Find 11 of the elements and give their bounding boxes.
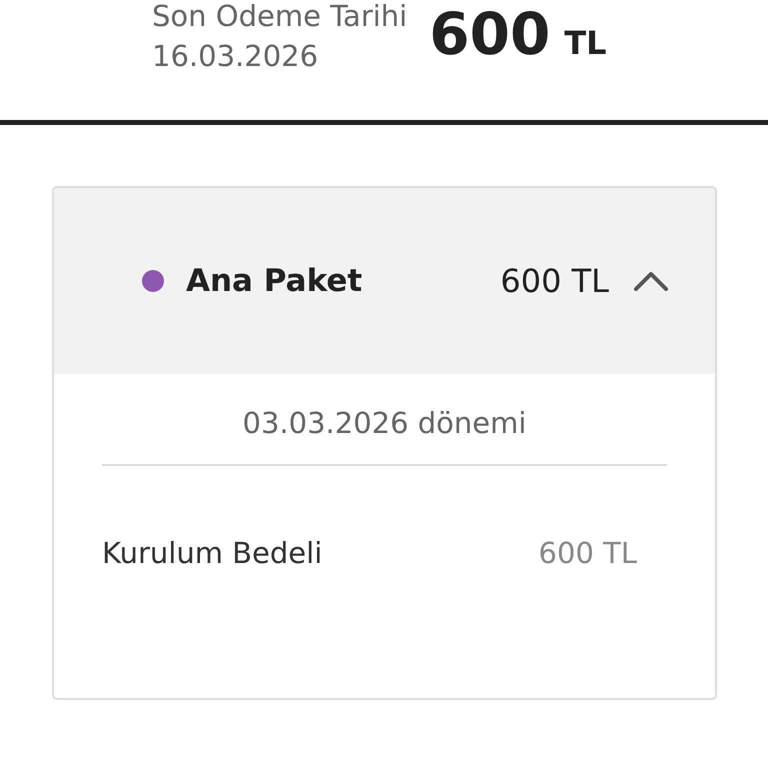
currency-label: TL (564, 24, 607, 62)
due-date: 16.03.2026 (152, 38, 320, 75)
item-name: Kurulum Bedeli (102, 536, 322, 570)
amount-due: 600 (429, 0, 550, 68)
period-label: 03.03.2026 dönemi (242, 406, 526, 440)
package-name: Ana Paket (186, 263, 364, 299)
package-total: 600 TL (500, 262, 609, 300)
package-header[interactable]: Ana Paket 600 TL (54, 188, 715, 374)
due-date-label: Son Odeme Tarihi (152, 0, 408, 35)
chevron-icon[interactable] (633, 270, 669, 292)
item-amount: 600 TL (538, 536, 637, 570)
